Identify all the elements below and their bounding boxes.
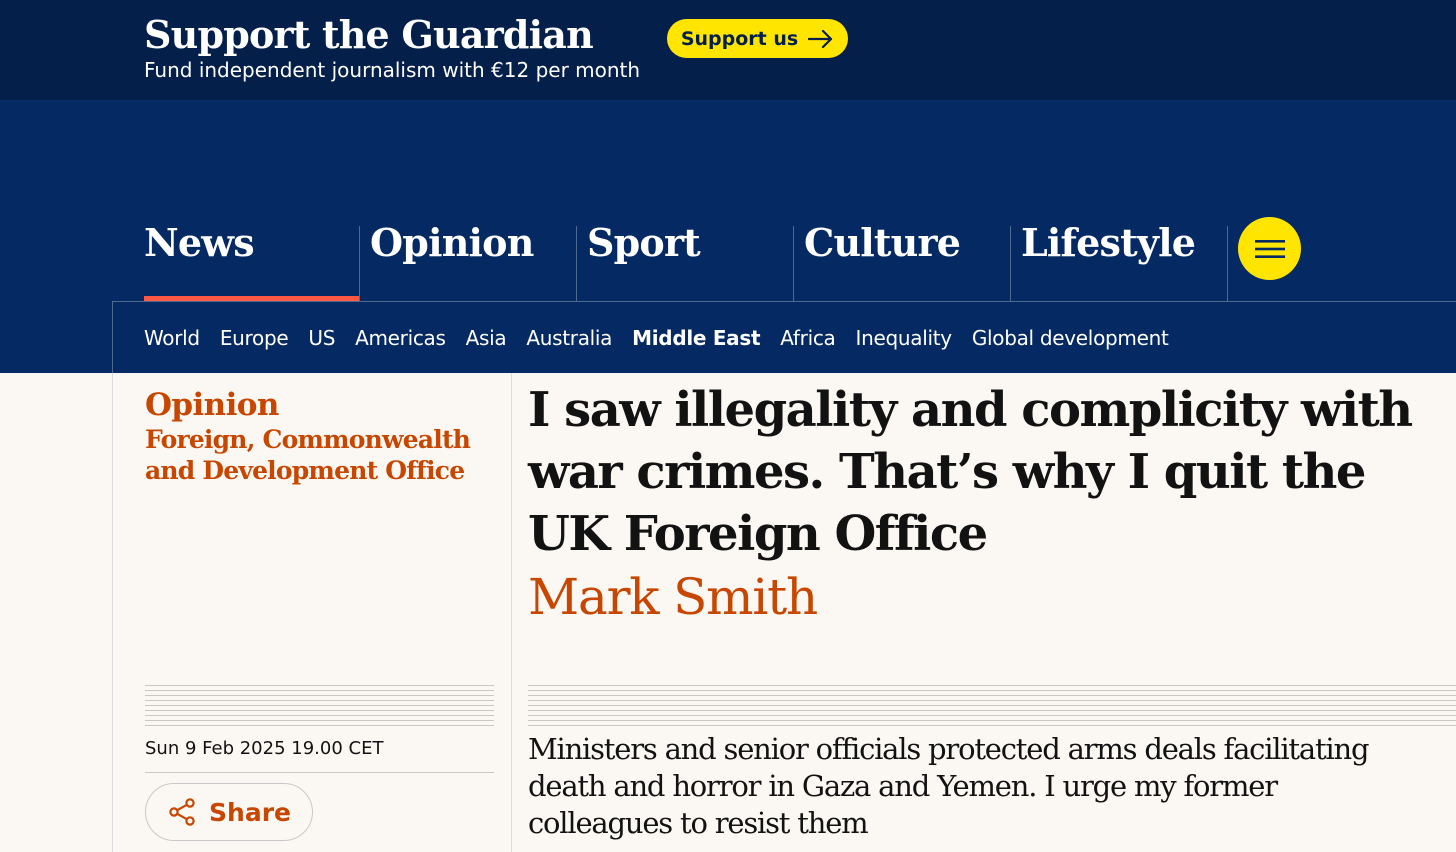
headline: I saw illegality and complicity with war… bbox=[528, 382, 1413, 562]
support-us-label: Support us bbox=[680, 27, 799, 50]
subnav-middle-east[interactable]: Middle East bbox=[632, 326, 760, 356]
subnav-australia[interactable]: Australia bbox=[526, 326, 612, 356]
pillar-opinion[interactable]: Opinion bbox=[360, 220, 576, 302]
subnav-africa[interactable]: Africa bbox=[780, 326, 836, 356]
meta-divider bbox=[145, 772, 494, 773]
nav-divider bbox=[112, 301, 1456, 302]
support-title: Support the Guardian bbox=[144, 12, 594, 57]
decorative-rules bbox=[145, 685, 494, 730]
pillar-lifestyle[interactable]: Lifestyle bbox=[1011, 220, 1227, 302]
subnav-europe[interactable]: Europe bbox=[220, 326, 289, 356]
pillar-sport-label: Sport bbox=[587, 220, 701, 265]
hamburger-icon bbox=[1254, 239, 1285, 258]
support-banner: Support the Guardian Fund independent jo… bbox=[0, 0, 1456, 100]
share-icon bbox=[169, 798, 195, 826]
page: Support the Guardian Fund independent jo… bbox=[0, 0, 1456, 852]
byline[interactable]: Mark Smith bbox=[528, 566, 818, 628]
subnav-us[interactable]: US bbox=[308, 326, 335, 356]
arrow-right-icon bbox=[808, 29, 833, 48]
pillar-lifestyle-label: Lifestyle bbox=[1021, 220, 1196, 265]
subnav-global-development[interactable]: Global development bbox=[972, 326, 1169, 356]
share-button[interactable]: Share bbox=[145, 783, 313, 841]
support-subtitle: Fund independent journalism with €12 per… bbox=[144, 58, 641, 82]
share-label: Share bbox=[209, 797, 291, 827]
nav-divider bbox=[112, 301, 113, 373]
pillar-divider bbox=[1227, 226, 1228, 302]
subnav-americas[interactable]: Americas bbox=[355, 326, 446, 356]
subnav: World Europe US Americas Asia Australia … bbox=[144, 326, 1169, 356]
series-link[interactable]: Foreign, Commonwealth and Development Of… bbox=[145, 424, 485, 486]
support-us-button[interactable]: Support us bbox=[667, 19, 848, 58]
column-divider bbox=[511, 373, 512, 852]
column-divider bbox=[112, 373, 113, 852]
menu-button[interactable] bbox=[1238, 217, 1301, 280]
pillar-news[interactable]: News bbox=[144, 220, 359, 302]
standfirst: Ministers and senior officials protected… bbox=[528, 732, 1370, 840]
section-kicker[interactable]: Opinion bbox=[145, 387, 279, 423]
publication-date: Sun 9 Feb 2025 19.00 CET bbox=[145, 738, 384, 759]
article: Opinion Foreign, Commonwealth and Develo… bbox=[0, 373, 1456, 852]
pillar-news-label: News bbox=[144, 220, 255, 265]
pillar-opinion-label: Opinion bbox=[370, 220, 534, 265]
subnav-asia[interactable]: Asia bbox=[466, 326, 507, 356]
subnav-world[interactable]: World bbox=[144, 326, 200, 356]
decorative-rules bbox=[528, 685, 1456, 730]
pillar-culture-label: Culture bbox=[804, 220, 961, 265]
subnav-inequality[interactable]: Inequality bbox=[856, 326, 953, 356]
pillar-sport[interactable]: Sport bbox=[577, 220, 793, 302]
pillar-culture[interactable]: Culture bbox=[794, 220, 1010, 302]
